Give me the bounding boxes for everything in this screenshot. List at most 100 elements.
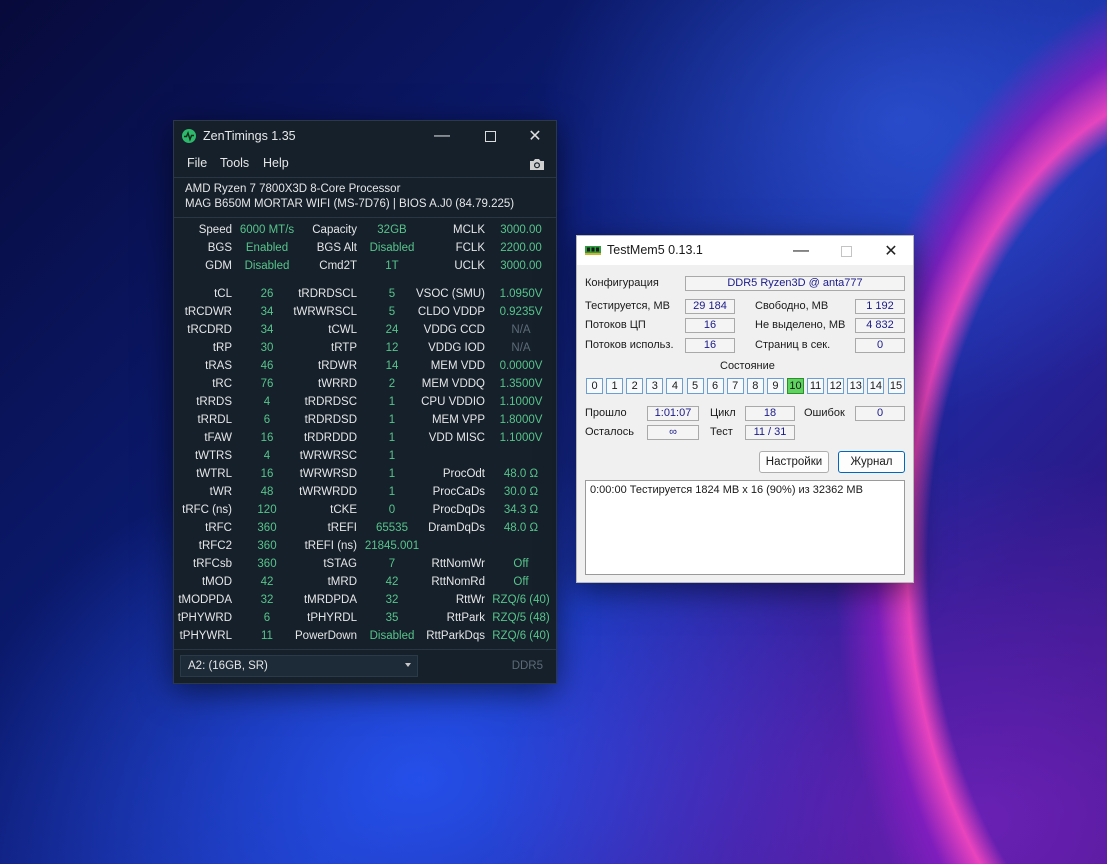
thread-status-box: 12 [827, 378, 845, 394]
timing-value: 26 [260, 288, 274, 300]
thread-status-box: 14 [867, 378, 885, 394]
maximize-icon [484, 130, 496, 142]
zen-titlebar[interactable]: ZenTimings 1.35 — ✕ [174, 121, 556, 151]
test-value: 11 / 31 [745, 425, 795, 440]
timing-value: 34 [260, 324, 274, 336]
free-mb-value: 1 192 [855, 299, 905, 314]
timing-value: 46 [260, 360, 274, 372]
timing-value: 120 [257, 504, 277, 516]
thread-status-box: 8 [746, 378, 764, 394]
timing-value: 12 [385, 342, 399, 354]
used-threads-label: Потоков использ. [585, 339, 674, 351]
timing-label: VDDG CCD [423, 324, 485, 336]
errors-label: Ошибок [804, 407, 845, 419]
memory-type: DDR5 [511, 660, 543, 672]
timing-label: tWRWRSCL [293, 306, 357, 318]
maximize-icon [840, 245, 852, 257]
timing-label: tRDRDDD [303, 432, 357, 444]
log-line: 0:00:00 Тестируется 1824 МВ x 16 (90%) и… [590, 484, 863, 496]
unallocated-mb-label: Не выделено, МВ [755, 319, 846, 331]
minimize-icon: — [434, 127, 450, 144]
log-button[interactable]: Журнал [838, 451, 905, 473]
timing-value: 1.3500V [499, 378, 543, 390]
thread-status-box: 2 [626, 378, 644, 394]
timing-value: 1.1000V [499, 432, 543, 444]
timing-value: 30.0 Ω [503, 486, 539, 498]
close-button[interactable]: ✕ [868, 236, 914, 266]
unallocated-mb-value: 4 832 [855, 318, 905, 333]
timing-value: 1 [388, 432, 396, 444]
timing-label: MEM VDDQ [421, 378, 485, 390]
timing-value: 4 [263, 396, 271, 408]
maximize-button[interactable] [467, 121, 513, 151]
thread-status-box: 4 [666, 378, 684, 394]
timing-value: 21845.001 [364, 540, 420, 552]
thread-status-box: 7 [726, 378, 744, 394]
timing-value: 1 [388, 468, 396, 480]
timing-value: 32GB [377, 224, 407, 236]
menu-help[interactable]: Help [263, 156, 289, 170]
camera-icon[interactable] [529, 157, 545, 171]
timing-label: tMRDPDA [303, 594, 357, 606]
cycle-value: 18 [745, 406, 795, 421]
timing-value: 14 [385, 360, 399, 372]
timing-value: 1T [385, 260, 399, 272]
menu-tools[interactable]: Tools [220, 156, 249, 170]
elapsed-value: 1:01:07 [647, 406, 699, 421]
timing-label: VDD MISC [428, 432, 485, 444]
timing-value: 30 [260, 342, 274, 354]
timing-value: RZQ/6 (40) [492, 630, 550, 642]
timing-value: 1 [388, 450, 396, 462]
minimize-button[interactable]: — [419, 121, 465, 151]
timing-value: 1.1000V [499, 396, 543, 408]
tested-mb-label: Тестируется, МВ [585, 300, 671, 312]
timing-label: tWRWRSC [299, 450, 357, 462]
timing-label: VDDG IOD [428, 342, 485, 354]
timing-label: Capacity [312, 224, 357, 236]
close-icon: ✕ [528, 128, 542, 145]
timing-value: Enabled [245, 242, 289, 254]
thread-status-box: 0 [586, 378, 603, 394]
timing-label: BGS Alt [316, 242, 357, 254]
timing-label: tRDRDSCL [298, 288, 357, 300]
timing-label: RttNomRd [431, 576, 485, 588]
timing-value: 42 [385, 576, 399, 588]
timing-value: 6000 MT/s [239, 224, 295, 236]
timing-label: PowerDown [295, 630, 357, 642]
timing-label: CLDO VDDP [417, 306, 485, 318]
thread-status-box: 15 [887, 378, 905, 394]
timing-value: 6 [263, 414, 271, 426]
timing-value: 34.3 Ω [503, 504, 539, 516]
timing-value: 1.0950V [499, 288, 543, 300]
zentimings-window: ZenTimings 1.35 — ✕ File Tools Help AMD … [173, 120, 557, 684]
pulse-icon [182, 129, 196, 143]
timing-label: ProcOdt [442, 468, 485, 480]
timing-label: tWRWRSD [299, 468, 357, 480]
timing-value: 3000.00 [500, 260, 542, 272]
minimize-button[interactable]: — [778, 236, 824, 266]
timing-value: 35 [385, 612, 399, 624]
timing-value: 1.8000V [499, 414, 543, 426]
menu-file[interactable]: File [187, 156, 207, 170]
timing-label: tRFC (ns) [182, 504, 232, 516]
tm-titlebar[interactable]: TestMem5 0.13.1 — ✕ [577, 236, 913, 265]
timing-label: tWRWRDD [299, 486, 357, 498]
timing-value: 76 [260, 378, 274, 390]
timing-label: tPHYWRD [177, 612, 232, 624]
timing-label: RttNomWr [431, 558, 485, 570]
remaining-value: ∞ [647, 425, 699, 440]
timing-label: tRCDWR [184, 306, 232, 318]
log-output[interactable]: 0:00:00 Тестируется 1824 МВ x 16 (90%) и… [585, 480, 905, 575]
testmem5-window: TestMem5 0.13.1 — ✕ Конфигурация DDR5 Ry… [576, 235, 914, 583]
timing-value: 16 [260, 468, 274, 480]
timing-label: VSOC (SMU) [416, 288, 485, 300]
timing-value: 2 [388, 378, 396, 390]
used-threads-value: 16 [685, 338, 735, 353]
dimm-select-value: A2: (16GB, SR) [188, 660, 268, 672]
close-button[interactable]: ✕ [512, 121, 558, 151]
chevron-down-icon [405, 663, 411, 667]
dimm-select[interactable]: A2: (16GB, SR) [180, 655, 418, 677]
timing-value: 16 [260, 432, 274, 444]
settings-button[interactable]: Настройки [759, 451, 829, 473]
board-info: MAG B650M MORTAR WIFI (MS-7D76) | BIOS A… [185, 198, 515, 210]
